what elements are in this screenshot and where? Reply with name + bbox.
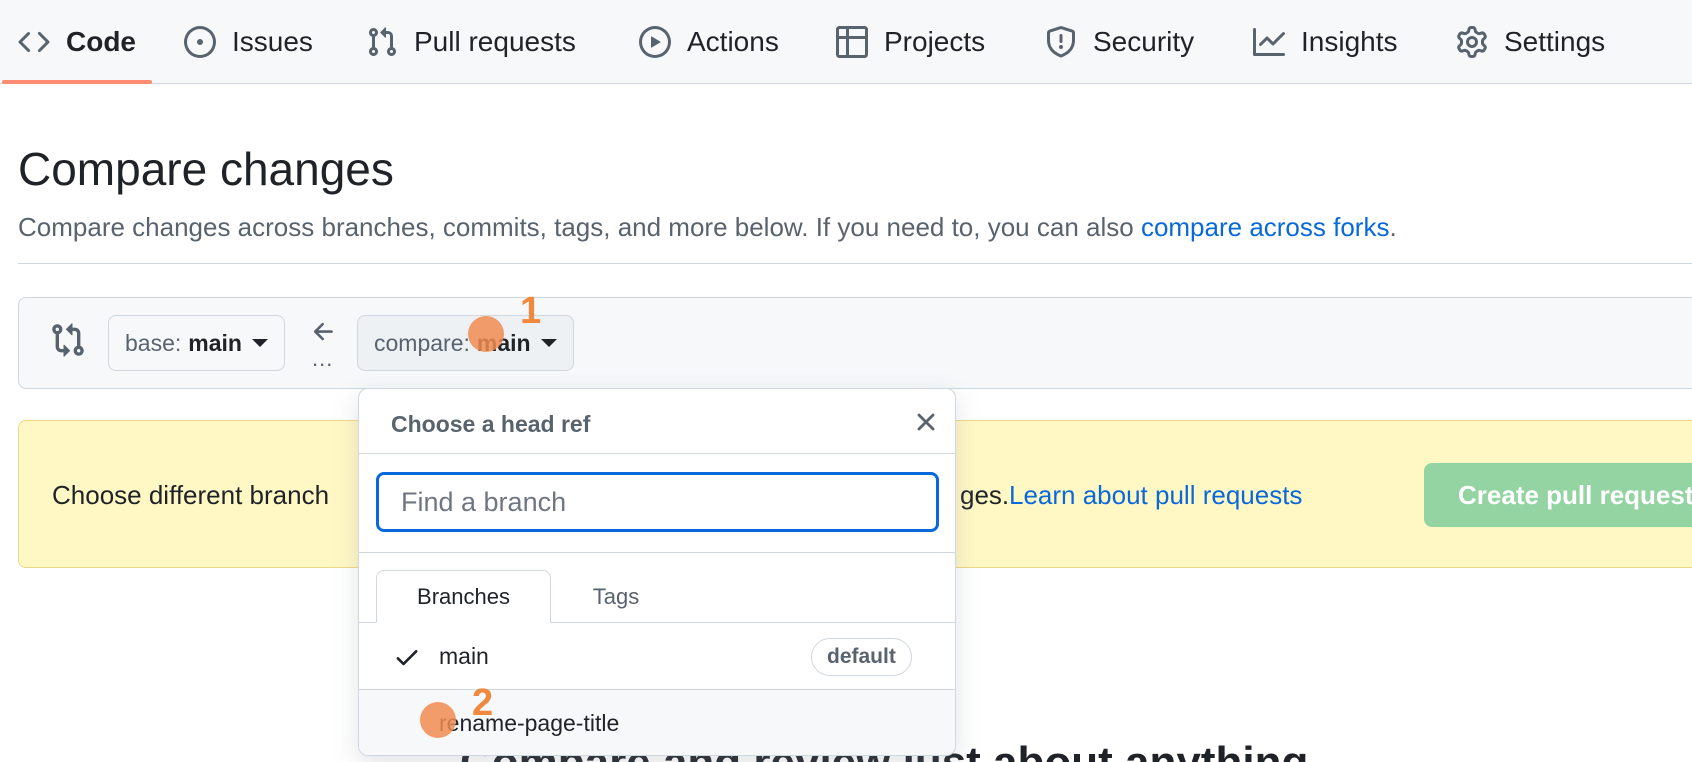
close-icon[interactable] — [911, 407, 941, 437]
annotation-dot — [420, 702, 456, 738]
annotation-number: 2 — [472, 682, 494, 724]
pull-request-icon — [366, 26, 398, 58]
tab-security-label: Security — [1093, 26, 1195, 57]
dropdown-divider — [359, 453, 955, 454]
head-ref-dropdown: Choose a head ref Branches Tags main def… — [358, 388, 956, 756]
tab-code[interactable]: Code — [18, 0, 136, 84]
tab-tags[interactable]: Tags — [551, 570, 681, 623]
range-dots: ... — [312, 346, 334, 371]
page-subtitle: Compare changes across branches, commits… — [18, 212, 1397, 243]
repo-nav: Code Issues Pull requests Actions Projec… — [0, 0, 1692, 84]
caret-down-icon — [540, 339, 557, 347]
play-icon — [639, 26, 671, 58]
find-branch-input[interactable] — [376, 472, 939, 532]
code-icon — [18, 26, 50, 58]
tab-pull-requests[interactable]: Pull requests — [366, 0, 576, 84]
tab-settings-label: Settings — [1504, 26, 1606, 57]
tab-pull-requests-label: Pull requests — [414, 26, 576, 57]
tab-projects[interactable]: Projects — [836, 0, 985, 84]
active-tab-underline — [2, 80, 152, 84]
compare-prefix: compare: — [374, 329, 470, 356]
tab-insights[interactable]: Insights — [1253, 0, 1398, 84]
tab-security[interactable]: Security — [1045, 0, 1194, 84]
tab-issues-label: Issues — [232, 26, 313, 57]
issue-icon — [184, 26, 216, 58]
create-pull-request-button[interactable]: Create pull request — [1424, 463, 1692, 527]
check-icon — [393, 643, 421, 671]
branch-name: rename-page-title — [439, 710, 620, 736]
dropdown-title: Choose a head ref — [391, 411, 591, 437]
learn-about-pull-requests-link[interactable]: Learn about pull requests — [1009, 480, 1302, 511]
tab-actions-label: Actions — [687, 26, 779, 57]
tab-issues[interactable]: Issues — [184, 0, 313, 84]
gear-icon — [1456, 26, 1488, 58]
base-prefix: base: — [125, 329, 182, 356]
caret-down-icon — [251, 339, 268, 347]
base-branch-name: main — [188, 329, 242, 356]
tab-settings[interactable]: Settings — [1456, 0, 1605, 84]
subtitle-text: Compare changes across branches, commits… — [18, 212, 1141, 242]
base-branch-button[interactable]: base: main — [108, 315, 285, 371]
table-icon — [836, 26, 868, 58]
header-divider — [18, 263, 1692, 264]
annotation-dot — [468, 316, 504, 352]
arrow-left-icon — [310, 318, 338, 346]
compare-across-forks-link[interactable]: compare across forks — [1141, 212, 1390, 242]
branch-item-main[interactable]: main default — [359, 623, 955, 690]
compare-arrows-icon — [50, 322, 86, 358]
tab-actions[interactable]: Actions — [639, 0, 779, 84]
flash-text-start: Choose different branch — [52, 480, 330, 510]
tab-branches[interactable]: Branches — [376, 570, 551, 623]
branch-name: main — [439, 642, 489, 669]
tab-insights-label: Insights — [1301, 26, 1398, 57]
page-title: Compare changes — [18, 143, 394, 195]
dropdown-divider — [359, 552, 955, 553]
tab-projects-label: Projects — [884, 26, 986, 57]
flash-text-end: ges. — [960, 480, 1010, 510]
graph-icon — [1253, 26, 1285, 58]
annotation-number: 1 — [520, 290, 542, 332]
shield-icon — [1045, 26, 1077, 58]
tab-code-label: Code — [66, 26, 136, 57]
default-badge: default — [811, 638, 912, 676]
subtitle-end: . — [1389, 212, 1397, 242]
